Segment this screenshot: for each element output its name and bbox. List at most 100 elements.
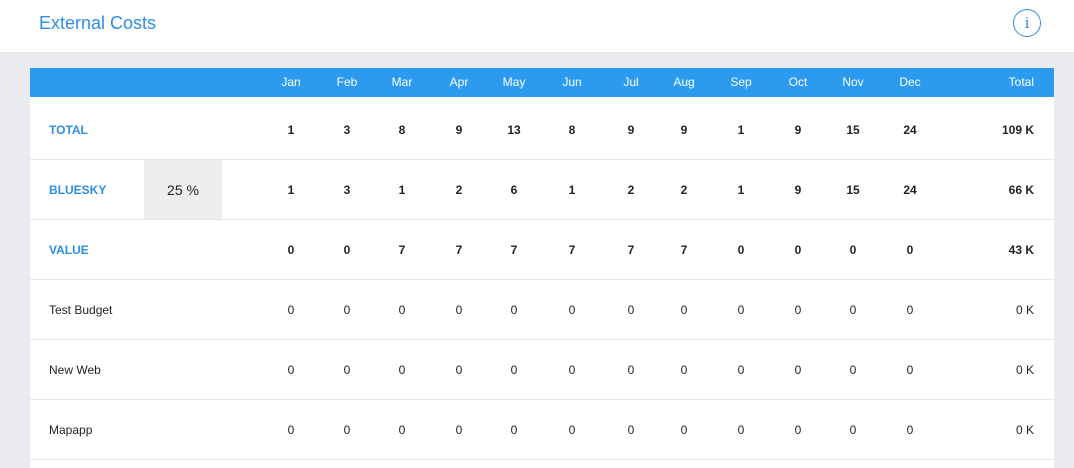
table-cell: 0 xyxy=(794,303,802,317)
top-bar: External Costs i xyxy=(0,0,1074,52)
table-cell: 0 xyxy=(287,303,295,317)
table-cell: 24 xyxy=(903,123,917,137)
table-cell: 8 xyxy=(568,123,576,137)
table-cell: 0 xyxy=(455,363,463,377)
table-cell: 0 xyxy=(849,363,857,377)
row-label: Mapapp xyxy=(49,423,93,437)
row-label[interactable]: VALUE xyxy=(49,220,89,280)
table-cell: 0 xyxy=(627,303,635,317)
table-cell: 0 xyxy=(737,363,745,377)
table-cell: 1 xyxy=(398,183,406,197)
column-header-dec: Dec xyxy=(899,75,921,89)
table-cell: 0 xyxy=(287,243,295,257)
table-cell: 0 xyxy=(510,363,518,377)
column-header-nov: Nov xyxy=(842,75,864,89)
table-cell: 0 xyxy=(906,363,914,377)
column-header-feb: Feb xyxy=(336,75,358,89)
table-cell: 0 xyxy=(737,423,745,437)
table-cell: 15 xyxy=(846,183,860,197)
table-cell: 0 xyxy=(455,423,463,437)
table-cell: 9 xyxy=(455,123,463,137)
table-cell: 9 xyxy=(680,123,688,137)
page-title: External Costs xyxy=(39,13,157,33)
table-cell: 9 xyxy=(627,123,635,137)
table-cell: 0 xyxy=(794,363,802,377)
table-cell: 8 xyxy=(398,123,406,137)
table-cell: 7 xyxy=(627,243,635,257)
table-cell: 2 xyxy=(627,183,635,197)
table-cell: 1 xyxy=(737,183,745,197)
table-cell: 0 xyxy=(343,303,351,317)
table-row: New Web 0 0 0 0 0 0 0 0 0 0 0 0 0 K xyxy=(30,340,1054,400)
row-total: 0 K xyxy=(1015,363,1034,377)
table-cell: 13 xyxy=(507,123,521,137)
table-cell: 0 xyxy=(568,303,576,317)
percent-badge: 25 % xyxy=(144,160,222,219)
row-label[interactable]: TOTAL xyxy=(49,100,88,160)
table-cell: 6 xyxy=(510,183,518,197)
row-total: 109 K xyxy=(1001,123,1034,137)
table-cell: 0 xyxy=(680,303,688,317)
table-cell: 1 xyxy=(737,123,745,137)
table-cell: 0 xyxy=(343,363,351,377)
table-cell: 0 xyxy=(510,303,518,317)
column-header-sep: Sep xyxy=(730,75,752,89)
column-header-mar: Mar xyxy=(391,75,413,89)
row-total: 43 K xyxy=(1008,243,1034,257)
info-icon[interactable]: i xyxy=(1013,9,1041,37)
column-header-apr: Apr xyxy=(449,75,469,89)
row-label[interactable]: BLUESKY xyxy=(49,160,106,220)
table-cell: 0 xyxy=(794,243,802,257)
row-label: Test Budget xyxy=(49,303,113,317)
table-cell: 0 xyxy=(568,423,576,437)
column-header-jan: Jan xyxy=(281,75,301,89)
table-cell: 0 xyxy=(287,363,295,377)
table-row: Test Budget 0 0 0 0 0 0 0 0 0 0 0 0 0 K xyxy=(30,280,1054,340)
table-cell: 2 xyxy=(455,183,463,197)
row-total: 0 K xyxy=(1015,303,1034,317)
column-header-total: Total xyxy=(1008,75,1034,89)
table-cell: 0 xyxy=(906,303,914,317)
column-header-oct: Oct xyxy=(788,75,808,89)
table-cell: 0 xyxy=(510,423,518,437)
table-cell: 1 xyxy=(568,183,576,197)
table-row: BLUESKY 25 % 1 3 1 2 6 1 2 2 1 9 15 24 66 K xyxy=(30,160,1054,220)
table-cell: 2 xyxy=(680,183,688,197)
table-cell: 3 xyxy=(343,183,351,197)
row-label: New Web xyxy=(49,363,101,377)
table-cell: 9 xyxy=(794,183,802,197)
table-cell: 0 xyxy=(627,423,635,437)
table-cell: 0 xyxy=(849,303,857,317)
table-cell: 0 xyxy=(398,363,406,377)
table-cell: 0 xyxy=(737,243,745,257)
table-cell: 0 xyxy=(906,423,914,437)
table-cell: 1 xyxy=(287,183,295,197)
table-cell: 7 xyxy=(568,243,576,257)
table-cell: 0 xyxy=(568,363,576,377)
table-row: Mapapp 0 0 0 0 0 0 0 0 0 0 0 0 0 K xyxy=(30,400,1054,460)
table-cell: 7 xyxy=(510,243,518,257)
column-header-may: May xyxy=(502,75,526,89)
table-row: VALUE 0 0 7 7 7 7 7 7 0 0 0 0 43 K xyxy=(30,220,1054,280)
table-cell: 0 xyxy=(343,243,351,257)
column-header-jun: Jun xyxy=(562,75,582,89)
table-cell: 7 xyxy=(680,243,688,257)
table-cell: 0 xyxy=(398,303,406,317)
table-cell: 0 xyxy=(737,303,745,317)
info-icon-glyph: i xyxy=(1024,14,1030,32)
table-cell: 0 xyxy=(398,423,406,437)
column-header-aug: Aug xyxy=(673,75,695,89)
table-cell: 0 xyxy=(343,423,351,437)
table-header: Jan Feb Mar Apr May Jun Jul Aug Sep Oct Nov Dec Tota… xyxy=(30,68,1054,97)
table-cell: 0 xyxy=(794,423,802,437)
table-cell: 0 xyxy=(680,363,688,377)
table-cell: 15 xyxy=(846,123,860,137)
table-cell: 0 xyxy=(849,423,857,437)
table-cell: 9 xyxy=(794,123,802,137)
table-cell: 1 xyxy=(287,123,295,137)
table-row: TOTAL 1 3 8 9 13 8 9 9 1 9 15 24 109 K xyxy=(30,100,1054,160)
table-cell: 3 xyxy=(343,123,351,137)
costs-table: Jan Feb Mar Apr May Jun Jul Aug Sep Oct Nov Dec Tota… xyxy=(30,68,1054,468)
table-cell: 24 xyxy=(903,183,917,197)
table-cell: 0 xyxy=(455,303,463,317)
